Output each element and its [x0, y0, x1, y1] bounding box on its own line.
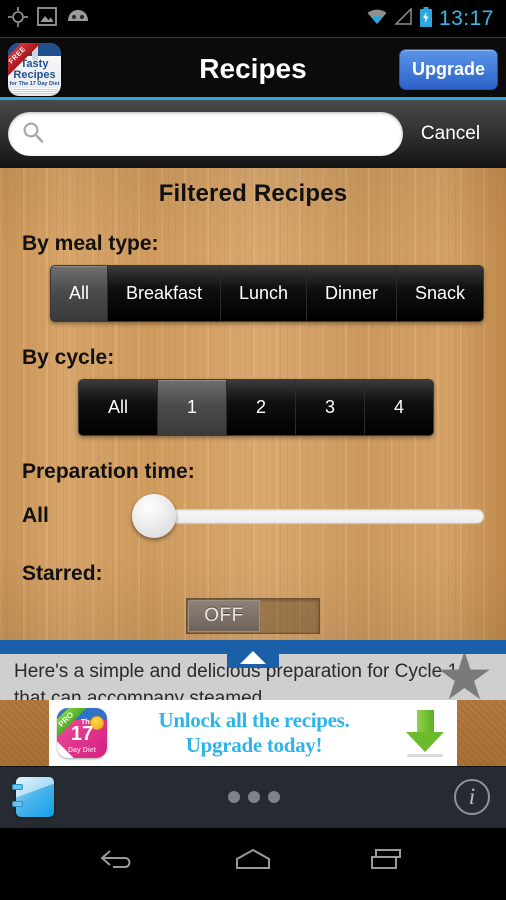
- meal-type-option-lunch[interactable]: Lunch: [221, 266, 308, 321]
- signal-icon: [394, 7, 413, 30]
- status-bar-clock: 13:17: [438, 7, 494, 30]
- arrow-base-line: [407, 753, 443, 757]
- prep-time-label: Preparation time:: [22, 460, 195, 483]
- ad-banner-container: The 17 Day Diet PRO Unlock all the recip…: [0, 700, 506, 766]
- filter-panel: Filtered Recipes By meal type: All Break…: [0, 168, 506, 640]
- status-bar: 13:17: [0, 0, 506, 38]
- screenshot-image-icon: [37, 7, 57, 31]
- ad-text-block: Unlock all the recipes. Upgrade today!: [117, 708, 391, 758]
- battery-charging-icon: [419, 6, 433, 32]
- prep-time-slider-track[interactable]: [152, 509, 484, 523]
- cycle-option-1[interactable]: 1: [158, 380, 227, 435]
- home-icon[interactable]: [223, 839, 283, 879]
- starred-toggle-row: OFF: [22, 598, 484, 634]
- search-bar: Cancel: [0, 100, 506, 168]
- meal-type-segmented-control[interactable]: All Breakfast Lunch Dinner Snack: [50, 265, 484, 322]
- starred-label: Starred:: [22, 562, 103, 585]
- recents-icon[interactable]: [358, 839, 418, 879]
- cycle-segmented-control[interactable]: All 1 2 3 4: [78, 379, 434, 436]
- ad-line-1: Unlock all the recipes.: [158, 708, 350, 732]
- arrow-head: [406, 731, 444, 752]
- bottom-toolbar: i: [0, 766, 506, 828]
- ad-line-2: Upgrade today!: [185, 733, 323, 757]
- meal-type-label: By meal type:: [22, 232, 159, 255]
- starred-toggle-thumb[interactable]: OFF: [188, 600, 260, 632]
- wifi-icon: [366, 8, 388, 30]
- notebook-ring-bottom: [12, 801, 23, 807]
- action-bar: Tasty Recipes for The 17 Day Diet FREE R…: [0, 38, 506, 100]
- prep-time-slider-row: All: [22, 494, 484, 538]
- cycle-option-all[interactable]: All: [79, 380, 158, 435]
- download-arrow-icon: [401, 709, 449, 757]
- app-logo-line3: for The 17 Day Diet: [9, 80, 60, 87]
- upgrade-button[interactable]: Upgrade: [398, 48, 498, 90]
- meal-type-option-dinner[interactable]: Dinner: [307, 266, 398, 321]
- cycle-option-4[interactable]: 4: [365, 380, 433, 435]
- scroll-up-indicator[interactable]: [227, 646, 279, 668]
- location-crosshair-icon: [8, 6, 28, 32]
- star-icon[interactable]: ★: [435, 654, 494, 700]
- page-indicator-dots[interactable]: [228, 791, 280, 803]
- cycle-option-3[interactable]: 3: [296, 380, 365, 435]
- dot-3: [268, 791, 280, 803]
- cancel-button[interactable]: Cancel: [403, 123, 498, 145]
- ad-icon-page-curl: [57, 741, 74, 758]
- app-logo-icon: Tasty Recipes for The 17 Day Diet FREE: [8, 42, 61, 96]
- search-field-container[interactable]: [8, 112, 403, 156]
- cycle-option-2[interactable]: 2: [227, 380, 296, 435]
- prep-time-slider[interactable]: [132, 494, 484, 538]
- ad-app-icon: The 17 Day Diet PRO: [57, 708, 107, 758]
- app-logo-pages: [12, 87, 57, 94]
- app-logo-line2: Recipes: [13, 68, 56, 81]
- android-screen: 13:17 Tasty Recipes for The 17 Day Diet …: [0, 0, 506, 900]
- arrow-shaft: [416, 709, 434, 732]
- notebook-sheen: [16, 777, 54, 817]
- android-head-icon: [66, 8, 90, 30]
- filter-panel-title: Filtered Recipes: [158, 180, 348, 207]
- notebook-ring-top: [12, 784, 23, 790]
- search-icon: [22, 121, 44, 148]
- back-icon[interactable]: [88, 839, 148, 879]
- meal-type-option-snack[interactable]: Snack: [397, 266, 483, 321]
- meal-type-option-breakfast[interactable]: Breakfast: [107, 266, 221, 321]
- info-icon[interactable]: i: [454, 779, 490, 815]
- dot-1: [228, 791, 240, 803]
- notebook-icon[interactable]: [12, 777, 54, 817]
- search-input[interactable]: [52, 124, 389, 144]
- prep-time-value: All: [22, 504, 49, 527]
- up-triangle-icon: [240, 650, 266, 664]
- prep-time-slider-thumb[interactable]: [132, 494, 176, 538]
- status-bar-left-icons: [8, 6, 90, 32]
- android-nav-bar: [0, 828, 506, 890]
- status-bar-right-icons: 13:17: [366, 6, 498, 32]
- meal-type-option-all[interactable]: All: [51, 266, 108, 321]
- cycle-label: By cycle:: [22, 346, 115, 369]
- ad-banner[interactable]: The 17 Day Diet PRO Unlock all the recip…: [49, 700, 457, 766]
- recipe-result-row[interactable]: Here's a simple and delicious preparatio…: [0, 640, 506, 700]
- dot-2: [248, 791, 260, 803]
- starred-toggle[interactable]: OFF: [186, 598, 320, 634]
